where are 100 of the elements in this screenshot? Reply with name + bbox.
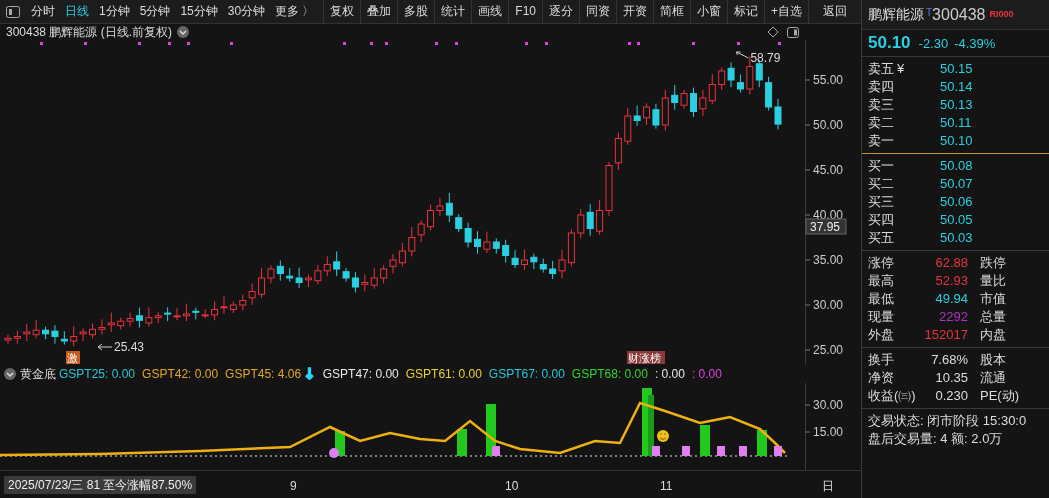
toolbar-button[interactable]: 叠加 <box>360 0 398 23</box>
market-code-text: RI000 <box>989 7 1014 21</box>
period-tab[interactable]: 30分钟 <box>222 0 271 23</box>
chart-title: 300438 鹏辉能源 (日线.前复权) <box>6 24 173 40</box>
indicator-value: GSPT25: 0.00 <box>59 366 136 383</box>
stock-name: 鹏辉能源 <box>868 5 924 24</box>
order-price: 50.08 <box>940 157 973 175</box>
stat-label: 总量 <box>980 308 1006 326</box>
indicator-name: 黄金底 <box>20 366 56 383</box>
indicator-value: : 0.00 <box>691 366 722 383</box>
toolbar-button[interactable]: 复权 <box>323 0 361 23</box>
order-level-label: 买一 <box>868 157 894 175</box>
indicator-value: GSPT47: 0.00 <box>322 366 399 383</box>
order-price: 50.06 <box>940 193 973 211</box>
stat-label: 流通 <box>980 369 1006 387</box>
stat-value: 52.93 <box>934 272 968 290</box>
indicator-value: GSPT68: 0.00 <box>571 366 648 383</box>
order-level-label: 卖五 <box>868 60 894 78</box>
cursor-price-label: 37.95 <box>805 218 847 235</box>
smiley-icon <box>657 430 669 442</box>
price-axis-label: 55.00 <box>813 73 844 87</box>
stat-value: 49.94 <box>934 290 968 308</box>
indicator-axis-label: 30.00 <box>813 398 844 412</box>
currency-mark: ¥ <box>897 60 905 78</box>
order-price: 50.14 <box>940 78 973 96</box>
toolbar-button[interactable]: F10 <box>508 0 542 23</box>
indicator-value: GSPT42: 0.00 <box>142 366 219 383</box>
toolbar-button[interactable]: 画线 <box>471 0 509 23</box>
toolbar-button[interactable]: 小窗 <box>690 0 727 23</box>
price-axis-label: 45.00 <box>813 163 844 177</box>
order-price: 50.07 <box>940 175 973 193</box>
price-change: -2.30 <box>918 35 949 53</box>
stat-label: 现量 <box>868 308 895 326</box>
period-tab[interactable]: 日线 <box>60 0 94 23</box>
price-axis-label: 25.00 <box>813 343 844 357</box>
order-price: 50.10 <box>940 132 973 150</box>
diamond-icon[interactable] <box>767 26 779 38</box>
order-level-label: 买二 <box>868 175 894 193</box>
order-price: 50.03 <box>940 229 973 247</box>
toolbar-button[interactable]: +自选 <box>764 0 808 23</box>
order-level-label: 卖四 <box>868 78 894 96</box>
stat-value: 152017 <box>923 326 968 344</box>
stat-value: 2292 <box>938 308 968 326</box>
toolbar-button[interactable]: 逐分 <box>542 0 579 23</box>
order-level-label: 卖一 <box>868 132 894 150</box>
indicator-value: GSPT45: 4.06 <box>225 366 302 383</box>
status-text: 交易状态: 闭市阶段 15:30:0 <box>868 412 1028 430</box>
stock-tag: T <box>926 5 933 20</box>
event-marker[interactable]: 财涨榜 <box>627 351 665 364</box>
toolbar-button[interactable]: 标记 <box>727 0 764 23</box>
panel-toggle-icon[interactable] <box>6 5 20 18</box>
chevron-down-icon[interactable] <box>4 368 16 380</box>
order-price: 50.11 <box>940 114 972 132</box>
order-price: 50.05 <box>940 211 973 229</box>
stat-label: 市值 <box>980 290 1006 308</box>
period-label: 日 <box>822 478 834 495</box>
status-text: 盘后交易量: 4 额: 2.0万 <box>868 430 1004 448</box>
price-axis-label: 35.00 <box>813 253 844 267</box>
stat-label: 外盘 <box>868 326 895 344</box>
toolbar-button[interactable]: 简框 <box>653 0 690 23</box>
toolbar-button[interactable]: 开资 <box>616 0 653 23</box>
panel-icon[interactable] <box>787 26 799 38</box>
leader-line <box>735 51 749 59</box>
date-cursor-label: 2025/07/23/三 81 至今涨幅87.50% <box>4 476 197 494</box>
stat-label: 跌停 <box>980 254 1006 272</box>
date-axis-label: 11 <box>660 478 673 495</box>
toolbar-button[interactable]: 统计 <box>434 0 472 23</box>
stat-label: 收益(㈢) <box>868 387 917 405</box>
stat-label: 最高 <box>868 272 895 290</box>
price-axis-label: 30.00 <box>813 298 844 312</box>
period-tab[interactable]: 分时 <box>26 0 60 23</box>
indicator-value: : 0.00 <box>654 366 685 383</box>
chevron-down-icon[interactable] <box>177 26 190 38</box>
stat-label: PE(动) <box>980 387 1019 405</box>
toolbar-button[interactable]: 多股 <box>397 0 435 23</box>
stat-label: 股本 <box>980 351 1006 369</box>
stat-label: 最低 <box>868 290 895 308</box>
high-price-label: 58.79 <box>750 51 781 65</box>
order-level-label: 买四 <box>868 211 894 229</box>
price-axis-label: 50.00 <box>813 118 844 132</box>
order-level-label: 买三 <box>868 193 894 211</box>
event-marker[interactable]: 激 <box>66 351 80 364</box>
stat-label: 内盘 <box>980 326 1006 344</box>
toolbar-button[interactable]: 同资 <box>579 0 616 23</box>
period-tab[interactable]: 15分钟 <box>175 0 223 23</box>
stat-label: 涨停 <box>868 254 895 272</box>
period-tab[interactable]: 5分钟 <box>134 0 176 23</box>
order-level-label: 买五 <box>868 229 894 247</box>
indicator-axis-label: 15.00 <box>813 425 844 439</box>
indicator-value: GSPT67: 0.00 <box>488 366 565 383</box>
stat-value: 10.35 <box>934 369 968 387</box>
date-axis-label: 10 <box>505 478 519 495</box>
order-level-label: 卖二 <box>868 114 894 132</box>
period-tab[interactable]: 1分钟 <box>94 0 135 23</box>
order-level-label: 卖三 <box>868 96 894 114</box>
stat-label: 换手 <box>868 351 895 369</box>
order-price: 50.13 <box>940 96 973 114</box>
toolbar-button[interactable]: 返回 <box>808 0 861 23</box>
price-change-percent: -4.39% <box>954 35 996 53</box>
period-tab[interactable]: 更多 〉 <box>270 0 320 23</box>
